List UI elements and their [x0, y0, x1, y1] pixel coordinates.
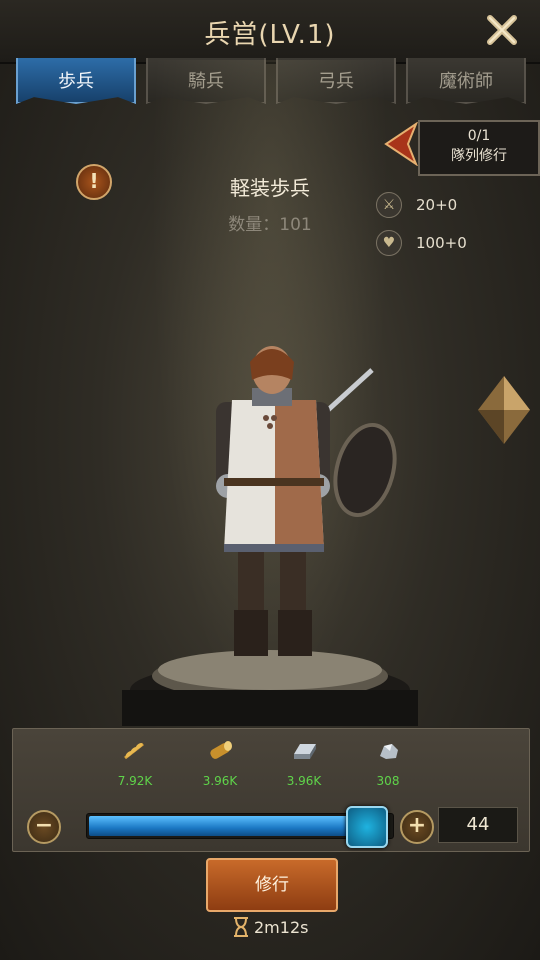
- train-button[interactable]: 修行: [206, 858, 338, 912]
- unit-name: 軽装歩兵: [230, 176, 310, 200]
- resource-silver: 308: [358, 738, 418, 788]
- queue-arrow-icon[interactable]: [382, 122, 418, 166]
- header-bar: 兵営(LV.1): [0, 0, 540, 64]
- slider-knob[interactable]: [345, 806, 388, 848]
- increase-button[interactable]: +: [400, 810, 434, 844]
- silver-ore-icon: [380, 744, 398, 759]
- timer-value: 2m12s: [254, 917, 309, 937]
- iron-amount: 3.96K: [286, 774, 322, 788]
- wood-amount: 3.96K: [202, 774, 238, 788]
- wood-log-icon: [210, 741, 232, 759]
- attack-stat: ⚔ 20+0: [376, 192, 457, 218]
- silver-amount: 308: [376, 774, 400, 788]
- slider-fill: [89, 816, 370, 836]
- training-timer: 2m12s: [232, 916, 308, 938]
- tab-infantry[interactable]: 歩兵: [16, 58, 136, 104]
- tab-mage[interactable]: 魔術師: [406, 58, 526, 104]
- training-queue-button[interactable]: 0/1 隊列修行: [418, 120, 540, 176]
- queue-count: 0/1: [467, 128, 491, 144]
- resource-wheat: 7.92K: [105, 738, 165, 788]
- iron-ingot-icon: [294, 744, 316, 759]
- next-unit-arrow-icon[interactable]: [474, 372, 534, 448]
- resource-iron: 3.96K: [274, 738, 334, 788]
- page-title: 兵営(LV.1): [204, 20, 336, 50]
- resource-wood: 3.96K: [190, 738, 250, 788]
- crossed-swords-icon: ⚔: [376, 192, 402, 218]
- unit-count: 数量：101: [228, 215, 312, 235]
- health-value: 100+0: [416, 234, 467, 252]
- close-icon: [487, 15, 517, 45]
- heart-icon: ♥: [376, 230, 402, 256]
- queue-label: 隊列修行: [451, 148, 507, 164]
- close-button[interactable]: [482, 10, 522, 50]
- quantity-field[interactable]: 44: [438, 807, 518, 843]
- health-stat: ♥ 100+0: [376, 230, 467, 256]
- info-icon[interactable]: !: [76, 164, 112, 200]
- wheat-amount: 7.92K: [117, 774, 153, 788]
- hourglass-icon: [234, 917, 248, 937]
- wheat-icon: [124, 742, 144, 760]
- infantry-soldier-illustration: [122, 346, 418, 726]
- decrease-button[interactable]: −: [27, 810, 61, 844]
- attack-value: 20+0: [416, 196, 458, 214]
- quantity-slider[interactable]: [86, 806, 394, 848]
